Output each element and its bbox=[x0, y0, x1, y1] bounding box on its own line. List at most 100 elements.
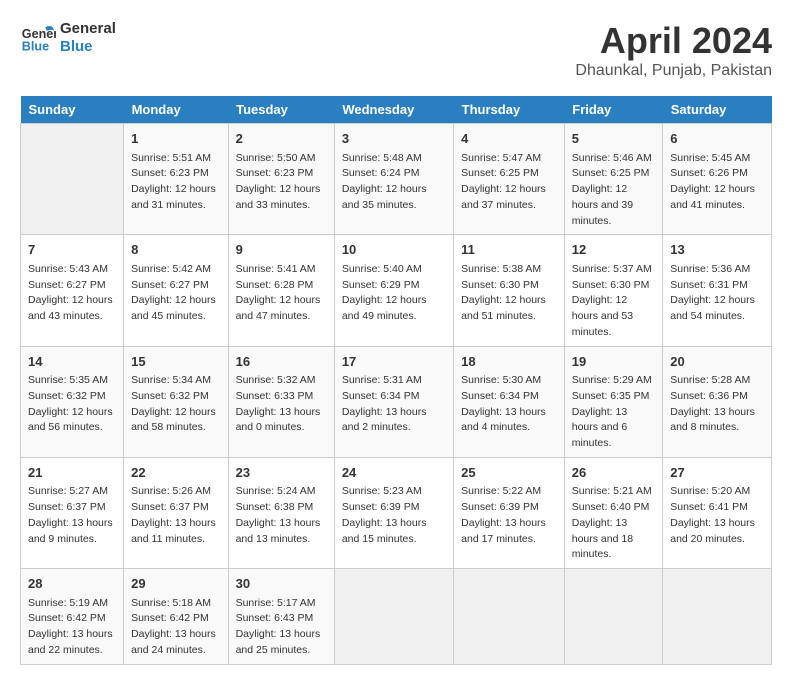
weekday-header-friday: Friday bbox=[564, 96, 662, 124]
calendar-cell: 22Sunrise: 5:26 AMSunset: 6:37 PMDayligh… bbox=[124, 457, 229, 568]
day-number: 21 bbox=[28, 463, 116, 483]
day-number: 1 bbox=[131, 129, 221, 149]
day-number: 25 bbox=[461, 463, 557, 483]
calendar-cell: 3Sunrise: 5:48 AMSunset: 6:24 PMDaylight… bbox=[334, 124, 453, 235]
calendar-table: SundayMondayTuesdayWednesdayThursdayFrid… bbox=[20, 96, 772, 665]
week-row-5: 28Sunrise: 5:19 AMSunset: 6:42 PMDayligh… bbox=[21, 569, 772, 665]
day-number: 6 bbox=[670, 129, 764, 149]
calendar-cell: 29Sunrise: 5:18 AMSunset: 6:42 PMDayligh… bbox=[124, 569, 229, 665]
day-number: 29 bbox=[131, 574, 221, 594]
cell-info: Sunrise: 5:31 AMSunset: 6:34 PMDaylight:… bbox=[342, 373, 446, 436]
cell-info: Sunrise: 5:28 AMSunset: 6:36 PMDaylight:… bbox=[670, 373, 764, 436]
day-number: 16 bbox=[236, 352, 327, 372]
cell-info: Sunrise: 5:37 AMSunset: 6:30 PMDaylight:… bbox=[572, 262, 655, 341]
month-title: April 2024 bbox=[575, 20, 772, 62]
day-number: 20 bbox=[670, 352, 764, 372]
day-number: 9 bbox=[236, 240, 327, 260]
calendar-cell: 24Sunrise: 5:23 AMSunset: 6:39 PMDayligh… bbox=[334, 457, 453, 568]
week-row-1: 1Sunrise: 5:51 AMSunset: 6:23 PMDaylight… bbox=[21, 124, 772, 235]
location-text: Dhaunkal, Punjab, Pakistan bbox=[575, 62, 772, 80]
cell-info: Sunrise: 5:35 AMSunset: 6:32 PMDaylight:… bbox=[28, 373, 116, 436]
cell-info: Sunrise: 5:32 AMSunset: 6:33 PMDaylight:… bbox=[236, 373, 327, 436]
cell-info: Sunrise: 5:36 AMSunset: 6:31 PMDaylight:… bbox=[670, 262, 764, 325]
calendar-cell: 4Sunrise: 5:47 AMSunset: 6:25 PMDaylight… bbox=[454, 124, 565, 235]
day-number: 18 bbox=[461, 352, 557, 372]
day-number: 2 bbox=[236, 129, 327, 149]
day-number: 17 bbox=[342, 352, 446, 372]
calendar-cell: 10Sunrise: 5:40 AMSunset: 6:29 PMDayligh… bbox=[334, 235, 453, 346]
logo-icon: General Blue bbox=[20, 20, 56, 56]
week-row-4: 21Sunrise: 5:27 AMSunset: 6:37 PMDayligh… bbox=[21, 457, 772, 568]
weekday-header-thursday: Thursday bbox=[454, 96, 565, 124]
cell-info: Sunrise: 5:20 AMSunset: 6:41 PMDaylight:… bbox=[670, 484, 764, 547]
day-number: 15 bbox=[131, 352, 221, 372]
day-number: 5 bbox=[572, 129, 655, 149]
calendar-cell: 1Sunrise: 5:51 AMSunset: 6:23 PMDaylight… bbox=[124, 124, 229, 235]
calendar-cell: 26Sunrise: 5:21 AMSunset: 6:40 PMDayligh… bbox=[564, 457, 662, 568]
calendar-cell: 15Sunrise: 5:34 AMSunset: 6:32 PMDayligh… bbox=[124, 346, 229, 457]
calendar-cell: 28Sunrise: 5:19 AMSunset: 6:42 PMDayligh… bbox=[21, 569, 124, 665]
page-header: General Blue General Blue April 2024 Dha… bbox=[20, 20, 772, 80]
title-area: April 2024 Dhaunkal, Punjab, Pakistan bbox=[575, 20, 772, 80]
calendar-cell bbox=[454, 569, 565, 665]
logo: General Blue General Blue bbox=[20, 20, 116, 56]
day-number: 30 bbox=[236, 574, 327, 594]
cell-info: Sunrise: 5:48 AMSunset: 6:24 PMDaylight:… bbox=[342, 151, 446, 214]
weekday-header-sunday: Sunday bbox=[21, 96, 124, 124]
cell-info: Sunrise: 5:51 AMSunset: 6:23 PMDaylight:… bbox=[131, 151, 221, 214]
day-number: 3 bbox=[342, 129, 446, 149]
calendar-cell: 6Sunrise: 5:45 AMSunset: 6:26 PMDaylight… bbox=[663, 124, 772, 235]
calendar-cell bbox=[564, 569, 662, 665]
day-number: 13 bbox=[670, 240, 764, 260]
calendar-cell: 8Sunrise: 5:42 AMSunset: 6:27 PMDaylight… bbox=[124, 235, 229, 346]
day-number: 7 bbox=[28, 240, 116, 260]
day-number: 14 bbox=[28, 352, 116, 372]
day-number: 23 bbox=[236, 463, 327, 483]
day-number: 19 bbox=[572, 352, 655, 372]
calendar-cell: 17Sunrise: 5:31 AMSunset: 6:34 PMDayligh… bbox=[334, 346, 453, 457]
day-number: 27 bbox=[670, 463, 764, 483]
cell-info: Sunrise: 5:21 AMSunset: 6:40 PMDaylight:… bbox=[572, 484, 655, 563]
cell-info: Sunrise: 5:26 AMSunset: 6:37 PMDaylight:… bbox=[131, 484, 221, 547]
cell-info: Sunrise: 5:46 AMSunset: 6:25 PMDaylight:… bbox=[572, 151, 655, 230]
svg-text:Blue: Blue bbox=[22, 40, 49, 54]
calendar-cell: 11Sunrise: 5:38 AMSunset: 6:30 PMDayligh… bbox=[454, 235, 565, 346]
day-number: 22 bbox=[131, 463, 221, 483]
calendar-cell: 2Sunrise: 5:50 AMSunset: 6:23 PMDaylight… bbox=[228, 124, 334, 235]
logo-general-text: General bbox=[60, 20, 116, 38]
calendar-cell: 23Sunrise: 5:24 AMSunset: 6:38 PMDayligh… bbox=[228, 457, 334, 568]
cell-info: Sunrise: 5:43 AMSunset: 6:27 PMDaylight:… bbox=[28, 262, 116, 325]
calendar-cell: 5Sunrise: 5:46 AMSunset: 6:25 PMDaylight… bbox=[564, 124, 662, 235]
cell-info: Sunrise: 5:45 AMSunset: 6:26 PMDaylight:… bbox=[670, 151, 764, 214]
logo-blue-text: Blue bbox=[60, 38, 116, 56]
cell-info: Sunrise: 5:17 AMSunset: 6:43 PMDaylight:… bbox=[236, 596, 327, 659]
cell-info: Sunrise: 5:34 AMSunset: 6:32 PMDaylight:… bbox=[131, 373, 221, 436]
calendar-cell: 16Sunrise: 5:32 AMSunset: 6:33 PMDayligh… bbox=[228, 346, 334, 457]
calendar-cell: 30Sunrise: 5:17 AMSunset: 6:43 PMDayligh… bbox=[228, 569, 334, 665]
calendar-cell: 19Sunrise: 5:29 AMSunset: 6:35 PMDayligh… bbox=[564, 346, 662, 457]
day-number: 8 bbox=[131, 240, 221, 260]
cell-info: Sunrise: 5:29 AMSunset: 6:35 PMDaylight:… bbox=[572, 373, 655, 452]
weekday-header-monday: Monday bbox=[124, 96, 229, 124]
cell-info: Sunrise: 5:30 AMSunset: 6:34 PMDaylight:… bbox=[461, 373, 557, 436]
calendar-cell bbox=[663, 569, 772, 665]
day-number: 28 bbox=[28, 574, 116, 594]
calendar-cell: 18Sunrise: 5:30 AMSunset: 6:34 PMDayligh… bbox=[454, 346, 565, 457]
calendar-cell: 9Sunrise: 5:41 AMSunset: 6:28 PMDaylight… bbox=[228, 235, 334, 346]
weekday-header-row: SundayMondayTuesdayWednesdayThursdayFrid… bbox=[21, 96, 772, 124]
cell-info: Sunrise: 5:42 AMSunset: 6:27 PMDaylight:… bbox=[131, 262, 221, 325]
weekday-header-wednesday: Wednesday bbox=[334, 96, 453, 124]
weekday-header-saturday: Saturday bbox=[663, 96, 772, 124]
week-row-2: 7Sunrise: 5:43 AMSunset: 6:27 PMDaylight… bbox=[21, 235, 772, 346]
calendar-cell: 25Sunrise: 5:22 AMSunset: 6:39 PMDayligh… bbox=[454, 457, 565, 568]
day-number: 12 bbox=[572, 240, 655, 260]
day-number: 11 bbox=[461, 240, 557, 260]
cell-info: Sunrise: 5:22 AMSunset: 6:39 PMDaylight:… bbox=[461, 484, 557, 547]
calendar-cell: 7Sunrise: 5:43 AMSunset: 6:27 PMDaylight… bbox=[21, 235, 124, 346]
weekday-header-tuesday: Tuesday bbox=[228, 96, 334, 124]
cell-info: Sunrise: 5:27 AMSunset: 6:37 PMDaylight:… bbox=[28, 484, 116, 547]
cell-info: Sunrise: 5:40 AMSunset: 6:29 PMDaylight:… bbox=[342, 262, 446, 325]
cell-info: Sunrise: 5:47 AMSunset: 6:25 PMDaylight:… bbox=[461, 151, 557, 214]
day-number: 26 bbox=[572, 463, 655, 483]
cell-info: Sunrise: 5:19 AMSunset: 6:42 PMDaylight:… bbox=[28, 596, 116, 659]
